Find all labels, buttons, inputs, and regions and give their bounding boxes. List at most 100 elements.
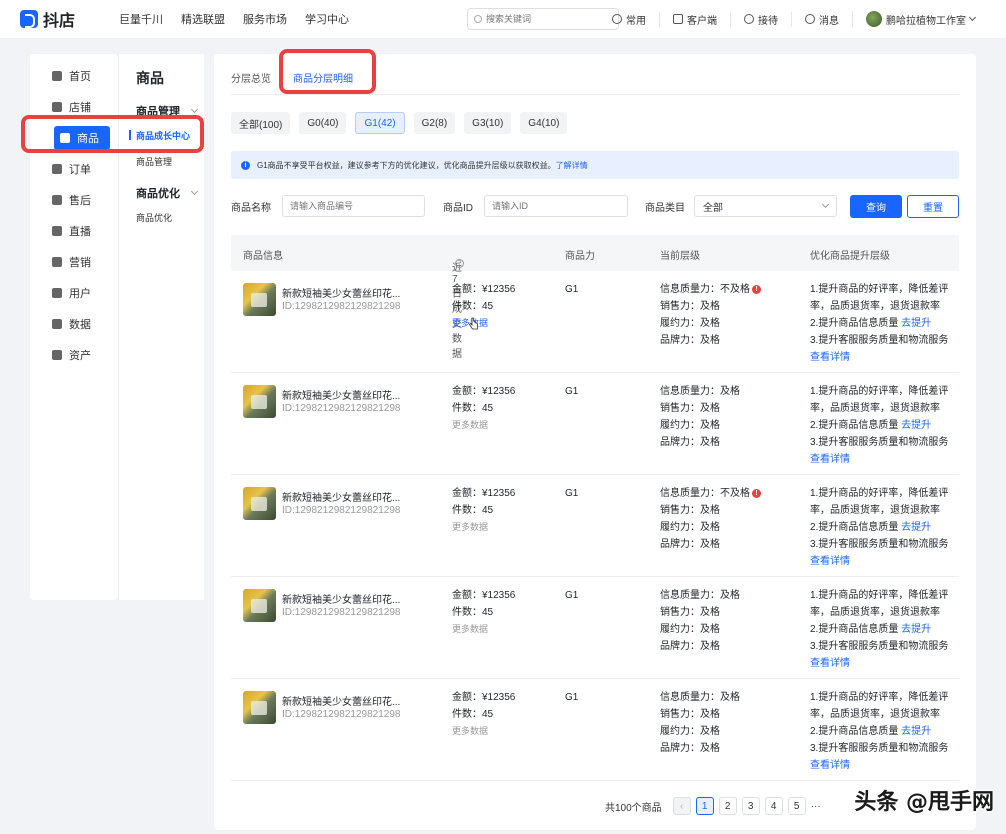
segment-all[interactable]: 全部(100) (231, 112, 291, 134)
sidebar-item-marketing[interactable]: 营销 (30, 250, 118, 274)
tip-2: 2.提升商品信息质量 去提升 (810, 519, 948, 536)
category-select[interactable]: 全部 (694, 195, 837, 217)
page-4[interactable]: 4 (764, 797, 783, 815)
brand-power: 品牌力：及格 (660, 335, 720, 346)
col-header-power: 商品力 (565, 251, 595, 262)
page-2[interactable]: 2 (718, 797, 737, 815)
segment-g1[interactable]: G1(42) (355, 112, 405, 134)
table-row: 新款短袖美少女蕾丝印花... ID:1298212982129821298 金额：¥… (231, 373, 959, 475)
client-label: 客户端 (687, 15, 717, 27)
product-name[interactable]: 新款短袖美少女蕾丝印花... (282, 285, 400, 300)
sales-power: 销售力：及格 (660, 403, 720, 414)
product-name[interactable]: 新款短袖美少女蕾丝印花... (282, 693, 400, 708)
sub-item-product-management[interactable]: 商品管理 (136, 155, 172, 168)
view-details-link[interactable]: 查看详情 (810, 757, 948, 774)
more-data-link[interactable]: 更多数据 (452, 723, 515, 740)
improve-link[interactable]: 去提升 (901, 318, 931, 329)
pagination: 共100个商品 ‹ 1 2 3 4 5 ··· (605, 797, 821, 815)
sub-item-product-optimize[interactable]: 商品优化 (136, 211, 172, 224)
improve-link[interactable]: 去提升 (901, 726, 931, 737)
tip-1b: 率，品质退货率，退货退款率 (810, 403, 940, 414)
product-name[interactable]: 新款短袖美少女蕾丝印花... (282, 387, 400, 402)
nav-link-qianchuan[interactable]: 巨量千川 (119, 11, 163, 27)
top-nav-links: 巨量千川 精选联盟 服务市场 学习中心 (119, 11, 349, 27)
query-button[interactable]: 查询 (850, 195, 902, 218)
view-details-link[interactable]: 查看详情 (810, 451, 948, 468)
sales-cell: 金额：¥12356 件数：45 更多数据 (452, 587, 515, 638)
quality-power-text: 信息质量力：不及格 (660, 284, 750, 295)
product-thumbnail[interactable] (243, 589, 276, 622)
sales-cell: 金额：¥12356 件数：45 更多数据 (452, 281, 515, 332)
nav-link-service-market[interactable]: 服务市场 (243, 11, 287, 27)
fulfill-power: 履约力：及格 (660, 420, 720, 431)
frequent-button[interactable]: 常用 (599, 12, 659, 27)
reception-button[interactable]: 接待 (730, 11, 791, 27)
col-header-improve: 优化商品提升层级 (810, 251, 890, 262)
more-data-link[interactable]: 更多数据 (452, 621, 515, 638)
sidebar-item-user[interactable]: 用户 (30, 281, 118, 305)
product-name[interactable]: 新款短袖美少女蕾丝印花... (282, 591, 400, 606)
after-sale-icon (52, 195, 62, 205)
nav-link-learning-center[interactable]: 学习中心 (305, 11, 349, 27)
sidebar-item-after-sale[interactable]: 售后 (30, 188, 118, 212)
filter-product-name: 商品名称 (231, 195, 425, 217)
client-button[interactable]: 客户端 (659, 11, 730, 27)
more-data-link[interactable]: 更多数据 (452, 519, 515, 536)
sales-count: 件数：45 (452, 607, 494, 618)
tab-overview[interactable]: 分层总览 (231, 70, 271, 85)
pagination-ellipsis: ··· (810, 800, 821, 812)
view-details-link[interactable]: 查看详情 (810, 553, 948, 570)
product-thumbnail[interactable] (243, 283, 276, 316)
product-thumbnail[interactable] (243, 691, 276, 724)
quality-power-text: 信息质量力：及格 (660, 692, 740, 703)
page-1[interactable]: 1 (695, 797, 714, 815)
search-icon (474, 15, 482, 23)
segment-g3[interactable]: G3(10) (464, 112, 512, 134)
sidebar-item-live[interactable]: 直播 (30, 219, 118, 243)
product-power: G1 (565, 284, 579, 295)
sidebar-item-asset[interactable]: 资产 (30, 343, 118, 367)
search-input[interactable] (486, 14, 606, 24)
shop-account-menu[interactable]: 鹏哈拉植物工作室 (852, 11, 988, 27)
more-data-link[interactable]: 更多数据 (452, 417, 515, 434)
product-id: ID:1298212982129821298 (282, 403, 401, 414)
sidebar-item-order[interactable]: 订单 (30, 157, 118, 181)
product-id: ID:1298212982129821298 (282, 301, 401, 312)
more-data-link[interactable]: 更多数据 (452, 315, 515, 332)
reset-button[interactable]: 重置 (907, 195, 959, 218)
improve-link[interactable]: 去提升 (901, 522, 931, 533)
sales-power: 销售力：及格 (660, 301, 720, 312)
prev-page-button[interactable]: ‹ (672, 797, 691, 815)
brand-logo[interactable]: 抖店 (20, 7, 75, 31)
sidebar-item-data[interactable]: 数据 (30, 312, 118, 336)
product-thumbnail[interactable] (243, 385, 276, 418)
group-product-optimize[interactable]: 商品优化 (136, 185, 199, 201)
product-name[interactable]: 新款短袖美少女蕾丝印花... (282, 489, 400, 504)
product-id-input[interactable] (484, 195, 628, 217)
global-search[interactable] (467, 8, 619, 30)
product-name-input[interactable] (282, 195, 425, 217)
tip-1a: 1.提升商品的好评率，降低差评 (810, 488, 949, 499)
sidebar-item-home[interactable]: 首页 (30, 64, 118, 88)
product-id: ID:1298212982129821298 (282, 709, 401, 720)
page-5[interactable]: 5 (787, 797, 806, 815)
page-3[interactable]: 3 (741, 797, 760, 815)
product-thumbnail[interactable] (243, 487, 276, 520)
view-details-link[interactable]: 查看详情 (810, 349, 948, 366)
segment-g0[interactable]: G0(40) (299, 112, 347, 134)
reception-label: 接待 (758, 15, 778, 27)
improve-link[interactable]: 去提升 (901, 624, 931, 635)
tip-1a: 1.提升商品的好评率，降低差评 (810, 692, 949, 703)
order-icon (52, 164, 62, 174)
help-icon[interactable]: ? (455, 259, 464, 268)
segment-g2[interactable]: G2(8) (413, 112, 456, 134)
segment-g4[interactable]: G4(10) (520, 112, 568, 134)
chevron-down-icon (190, 105, 199, 114)
notice-link[interactable]: 了解详情 (556, 160, 588, 171)
nav-link-alliance[interactable]: 精选联盟 (181, 11, 225, 27)
improve-link[interactable]: 去提升 (901, 420, 931, 431)
messages-button[interactable]: 消息 (791, 11, 852, 27)
info-notice: i G1商品不享受平台权益，建议参考下方的优化建议，优化商品提升层级以获取权益。… (231, 151, 959, 179)
improve-cell: 1.提升商品的好评率，降低差评 率，品质退货率，退货退款率 2.提升商品信息质量 去… (810, 587, 948, 672)
view-details-link[interactable]: 查看详情 (810, 655, 948, 672)
